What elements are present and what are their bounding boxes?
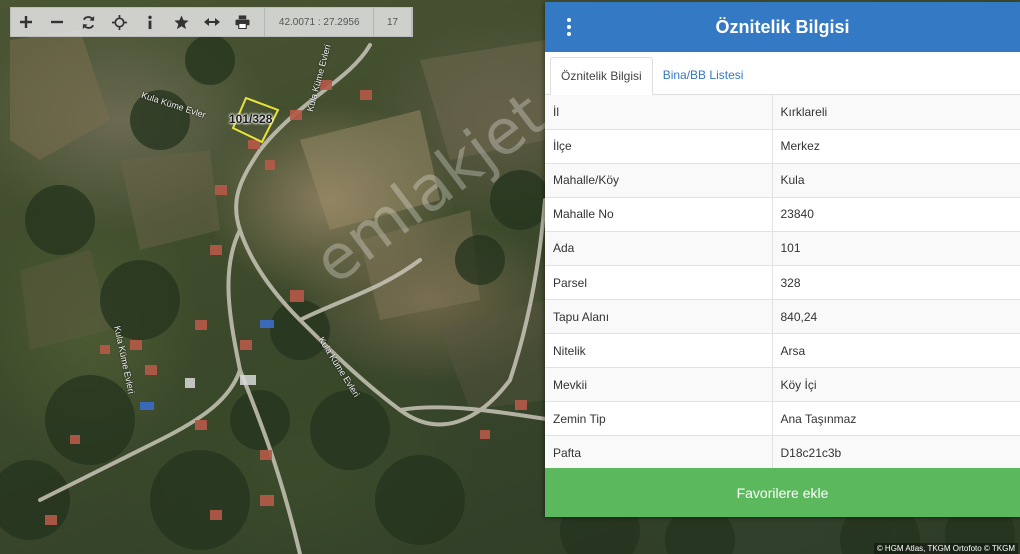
add-to-favorites-button[interactable]: Favorilere ekle	[545, 468, 1020, 517]
row-key: Pafta	[545, 435, 773, 471]
zoom-level: 17	[374, 8, 412, 36]
table-row: Zemin Tip Ana Taşınmaz	[545, 401, 1020, 437]
tab-building-list[interactable]: Bina/BB Listesi	[653, 56, 754, 94]
row-value: D18c21c3b	[772, 435, 1020, 471]
map-toolbar: 42.0071 : 27.2956 17	[10, 7, 413, 37]
arrows-horizontal-icon	[203, 18, 220, 26]
row-value: Ana Taşınmaz	[772, 401, 1020, 437]
kebab-menu-icon[interactable]	[559, 17, 579, 37]
coordinate-readout: 42.0071 : 27.2956	[264, 8, 375, 36]
table-row: Mahalle/Köy Kula	[545, 163, 1020, 198]
table-row: Pafta D18c21c3b	[545, 435, 1020, 471]
info-icon	[148, 15, 152, 29]
panel-title: Öznitelik Bilgisi	[715, 16, 850, 37]
row-key: İl	[545, 95, 773, 130]
row-value: 840,24	[772, 299, 1020, 335]
panel-header: Öznitelik Bilgisi	[545, 2, 1020, 52]
favorite-button[interactable]	[166, 8, 197, 36]
table-row: Nitelik Arsa	[545, 333, 1020, 369]
minus-icon	[51, 20, 64, 24]
table-row: Parsel 328	[545, 265, 1020, 301]
print-button[interactable]	[227, 8, 258, 36]
map-attribution: © HGM Atlas, TKGM Ortofoto © TKGM	[873, 543, 1018, 554]
row-value: Köy İçi	[772, 367, 1020, 403]
row-value: Merkez	[772, 129, 1020, 164]
table-row: Ada 101	[545, 231, 1020, 266]
parcel-label: 101/328	[229, 112, 273, 126]
locate-button[interactable]	[104, 8, 135, 36]
row-value: 101	[772, 231, 1020, 266]
zoom-in-button[interactable]	[11, 8, 42, 36]
row-key: Mahalle/Köy	[545, 163, 773, 198]
tab-attributes[interactable]: Öznitelik Bilgisi	[550, 57, 653, 95]
row-value: 23840	[772, 197, 1020, 232]
crosshair-icon	[111, 14, 127, 30]
row-key: Mahalle No	[545, 197, 773, 232]
row-key: Ada	[545, 231, 773, 266]
refresh-button[interactable]	[73, 8, 104, 36]
row-key: Mevkii	[545, 367, 773, 403]
row-value: Kırklareli	[772, 95, 1020, 130]
star-icon	[173, 14, 189, 29]
row-key: Tapu Alanı	[545, 299, 773, 335]
row-value: Arsa	[772, 333, 1020, 369]
zoom-out-button[interactable]	[42, 8, 73, 36]
table-row: Tapu Alanı 840,24	[545, 299, 1020, 335]
table-row: İlçe Merkez	[545, 129, 1020, 164]
info-button[interactable]	[135, 8, 166, 36]
table-row: Mahalle No 23840	[545, 197, 1020, 232]
row-key: Zemin Tip	[545, 401, 773, 437]
plus-icon	[20, 16, 33, 28]
table-row: İl Kırklareli	[545, 95, 1020, 130]
refresh-icon	[82, 15, 94, 29]
attribute-table: İl Kırklareli İlçe Merkez Mahalle/Köy Kula …	[545, 95, 1020, 471]
row-key: Parsel	[545, 265, 773, 301]
panel-tabs: Öznitelik Bilgisi Bina/BB Listesi	[545, 52, 1020, 95]
attribute-panel: Öznitelik Bilgisi Öznitelik Bilgisi Bina…	[545, 2, 1020, 517]
row-key: Nitelik	[545, 333, 773, 369]
table-row: Mevkii Köy İçi	[545, 367, 1020, 403]
row-key: İlçe	[545, 129, 773, 164]
measure-button[interactable]	[197, 8, 228, 36]
printer-icon	[235, 15, 250, 29]
row-value: Kula	[772, 163, 1020, 198]
row-value: 328	[772, 265, 1020, 301]
